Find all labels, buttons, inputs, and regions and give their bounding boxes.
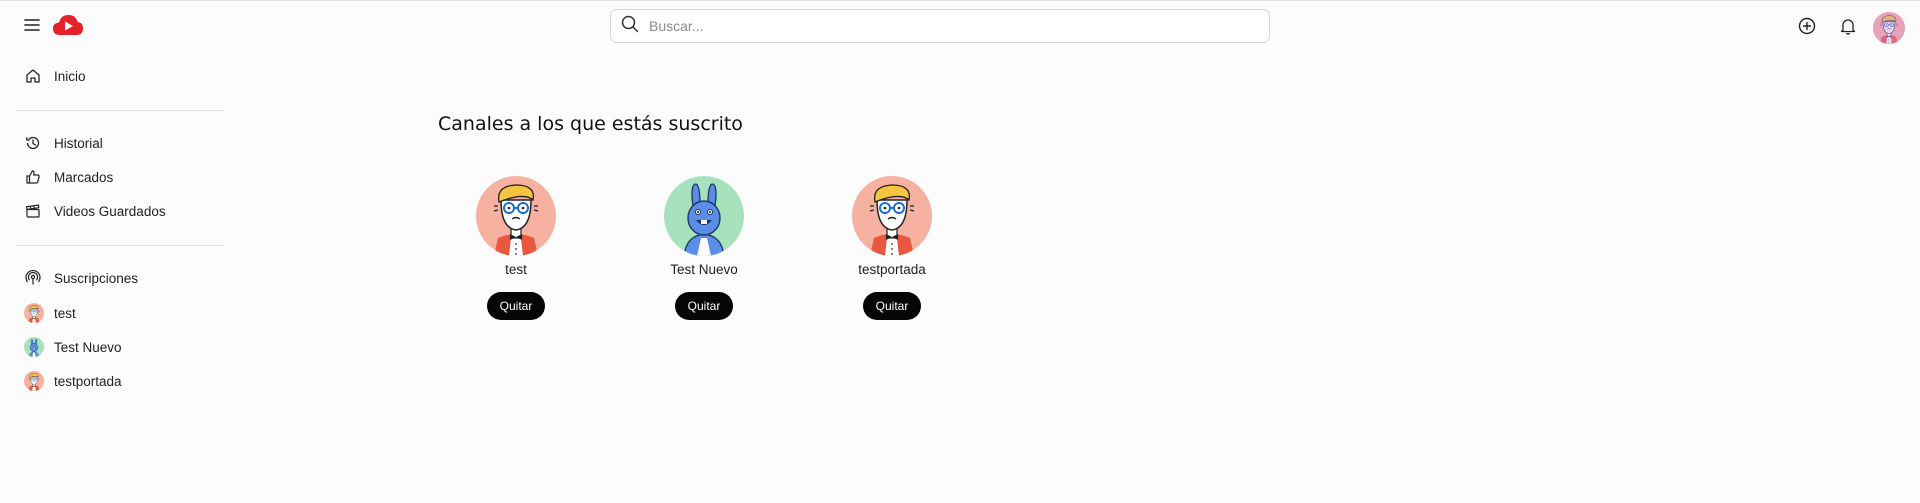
user-avatar[interactable] <box>1873 12 1905 44</box>
sidebar-subscription-testportada[interactable]: testportada <box>24 368 122 394</box>
channel-card: test Quitar <box>446 176 586 320</box>
channel-name[interactable]: test <box>446 262 586 280</box>
sidebar-item-historial[interactable]: Historial <box>24 130 103 156</box>
channel-avatar[interactable] <box>476 176 556 256</box>
search-input[interactable] <box>649 18 1249 34</box>
sidebar-item-label: Marcados <box>54 169 114 185</box>
clapperboard-icon <box>24 202 42 220</box>
sidebar-item-suscripciones[interactable]: Suscripciones <box>24 265 138 291</box>
channel-name[interactable]: Test Nuevo <box>634 262 774 280</box>
bell-icon[interactable] <box>1838 16 1858 36</box>
channel-avatar <box>24 303 44 323</box>
sidebar-item-label: Test Nuevo <box>54 339 122 355</box>
podcast-icon <box>24 269 42 287</box>
sidebar-item-label: testportada <box>54 373 122 389</box>
sidebar-item-inicio[interactable]: Inicio <box>24 63 86 89</box>
history-icon <box>24 134 42 152</box>
top-bar <box>0 1 1920 51</box>
sidebar-subscription-test-nuevo[interactable]: Test Nuevo <box>24 334 122 360</box>
unsubscribe-button[interactable]: Quitar <box>675 292 733 320</box>
channel-avatar[interactable] <box>664 176 744 256</box>
sidebar-item-marcados[interactable]: Marcados <box>24 164 113 190</box>
sidebar-divider <box>16 110 224 111</box>
page-title: Canales a los que estás suscrito <box>438 113 743 135</box>
thumbs-up-icon <box>24 168 42 186</box>
sidebar-item-label: Inicio <box>54 68 86 84</box>
sidebar-item-label: Suscripciones <box>54 270 139 286</box>
hamburger-menu-icon[interactable] <box>22 15 42 35</box>
channel-avatar <box>24 371 44 391</box>
channel-name[interactable]: testportada <box>822 262 962 280</box>
sidebar-item-label: test <box>54 305 76 321</box>
sidebar-subscription-test[interactable]: test <box>24 300 76 326</box>
search-icon <box>621 15 639 38</box>
channel-avatar[interactable] <box>852 176 932 256</box>
sidebar-item-label: Historial <box>54 135 103 151</box>
channel-card: testportada Quitar <box>822 176 962 320</box>
unsubscribe-button[interactable]: Quitar <box>863 292 921 320</box>
channel-avatar <box>24 337 44 357</box>
channel-card: Test Nuevo Quitar <box>634 176 774 320</box>
sidebar-item-label: Videos Guardados <box>54 203 166 219</box>
add-circle-icon[interactable] <box>1797 16 1817 36</box>
unsubscribe-button[interactable]: Quitar <box>487 292 545 320</box>
sidebar-item-videos-guardados[interactable]: Videos Guardados <box>24 198 166 224</box>
sidebar-divider <box>16 245 224 246</box>
search-bar[interactable] <box>610 9 1270 43</box>
cloud-play-logo[interactable] <box>52 13 84 37</box>
home-icon <box>24 67 42 85</box>
